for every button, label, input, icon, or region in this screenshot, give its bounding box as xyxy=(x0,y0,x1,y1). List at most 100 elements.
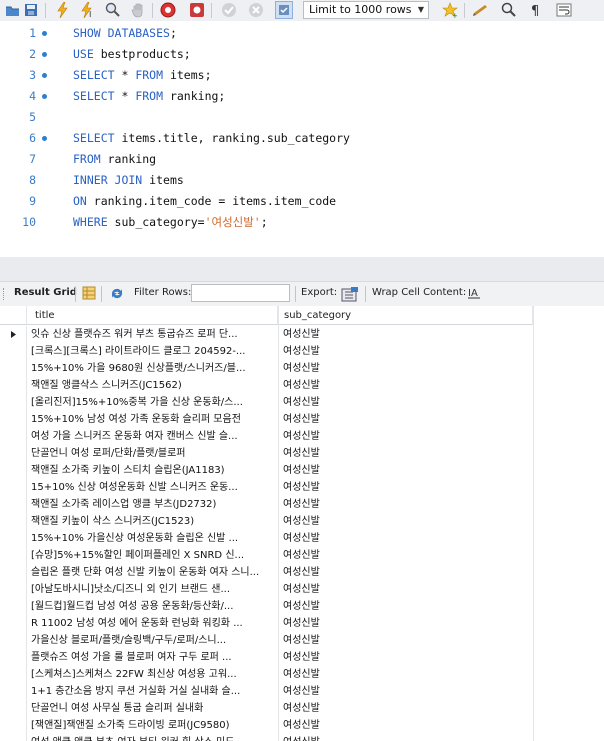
cell-sub-category[interactable]: 여성신발 xyxy=(283,700,523,717)
row-indicator[interactable] xyxy=(0,547,27,564)
row-indicator[interactable] xyxy=(0,564,27,581)
table-row[interactable]: [크록스][크록스] 라이트라이드 클로그 204592-... 여성신발 xyxy=(0,343,533,360)
cell-title[interactable]: 잭앤질 앵클삭스 스니커즈(JC1562) xyxy=(31,377,277,394)
cell-sub-category[interactable]: 여성신발 xyxy=(283,564,523,581)
cell-title[interactable]: 단골언니 여성 로퍼/단화/플랫/블로퍼 xyxy=(31,445,277,462)
stop-hand-icon[interactable] xyxy=(129,1,147,19)
cell-title[interactable]: [잭앤질]잭앤질 소가죽 드라이빙 로퍼(JC9580) xyxy=(31,717,277,734)
editor-line[interactable]: 2 USE bestproducts; xyxy=(0,44,604,65)
row-indicator[interactable] xyxy=(0,632,27,649)
cell-sub-category[interactable]: 여성신발 xyxy=(283,717,523,734)
sql-editor[interactable]: 1 SHOW DATABASES; 2 USE bestproducts; 3 SELEC… xyxy=(0,21,604,257)
editor-line[interactable]: 6 SELECT items.title, ranking.sub_categor… xyxy=(0,128,604,149)
row-indicator[interactable] xyxy=(0,411,27,428)
cell-sub-category[interactable]: 여성신발 xyxy=(283,496,523,513)
row-indicator[interactable] xyxy=(0,649,27,666)
cell-sub-category[interactable]: 여성신발 xyxy=(283,734,523,741)
result-grid-tab[interactable]: Result Grid xyxy=(14,287,77,298)
editor-line[interactable]: 10 WHERE sub_category='여성신발'; xyxy=(0,212,604,233)
cell-title[interactable]: 단골언니 여성 사무실 통굽 슬리퍼 실내화 xyxy=(31,700,277,717)
row-indicator[interactable] xyxy=(0,360,27,377)
cell-sub-category[interactable]: 여성신발 xyxy=(283,649,523,666)
column-header-sub-category[interactable]: sub_category xyxy=(278,306,533,325)
table-row[interactable]: 잇슈 신상 플랫슈즈 워커 부츠 통굽슈즈 로퍼 단... 여성신발 xyxy=(0,326,533,343)
table-row[interactable]: 잭앤질 앵클삭스 스니커즈(JC1562) 여성신발 xyxy=(0,377,533,394)
cell-title[interactable]: 플랫슈즈 여성 가을 룰 블로퍼 여자 구두 로퍼 ... xyxy=(31,649,277,666)
table-row[interactable]: 잭앤질 소가죽 키높이 스티치 슬립온(JA1183) 여성신발 xyxy=(0,462,533,479)
row-indicator[interactable] xyxy=(0,343,27,360)
cell-sub-category[interactable]: 여성신발 xyxy=(283,394,523,411)
table-row[interactable]: 여성 앵클 앵클 부츠 여자 부티 워커 힐 삭스 미드... 여성신발 xyxy=(0,734,533,741)
cell-title[interactable]: 15%+10% 남성 여성 가족 운동화 슬리퍼 모음전 xyxy=(31,411,277,428)
save-icon[interactable] xyxy=(22,1,40,19)
panel-splitter[interactable] xyxy=(0,257,604,281)
row-indicator[interactable] xyxy=(0,530,27,547)
refresh-icon[interactable] xyxy=(109,286,125,304)
table-row[interactable]: 여성 가을 스니커즈 운동화 여자 캔버스 신발 슬... 여성신발 xyxy=(0,428,533,445)
row-indicator[interactable] xyxy=(0,513,27,530)
row-indicator[interactable] xyxy=(0,581,27,598)
table-row[interactable]: 단골언니 여성 로퍼/단화/플랫/블로퍼 여성신발 xyxy=(0,445,533,462)
table-row[interactable]: 15%+10% 가을 9680원 신상플랫/스니커즈/블... 여성신발 xyxy=(0,360,533,377)
cell-sub-category[interactable]: 여성신발 xyxy=(283,666,523,683)
commit-check-icon[interactable] xyxy=(220,1,238,19)
filter-rows-input[interactable] xyxy=(191,284,290,302)
cell-sub-category[interactable]: 여성신발 xyxy=(283,581,523,598)
row-indicator[interactable] xyxy=(0,615,27,632)
table-row[interactable]: [아날도바시니]낫소/디즈니 외 인기 브랜드 샌... 여성신발 xyxy=(0,581,533,598)
cell-sub-category[interactable]: 여성신발 xyxy=(283,530,523,547)
table-row[interactable]: [월드컵]월드컵 남성 여성 공용 운동화/등산화/... 여성신발 xyxy=(0,598,533,615)
cell-title[interactable]: [슈망]5%+15%할인 페이퍼플레인 X SNRD 신... xyxy=(31,547,277,564)
cell-title[interactable]: 잭앤질 키높이 삭스 스니커즈(JC1523) xyxy=(31,513,277,530)
wrap-cell-icon[interactable]: IA xyxy=(467,286,481,303)
editor-line[interactable]: 4 SELECT * FROM ranking; xyxy=(0,86,604,107)
table-row[interactable]: 슬립온 플랫 단화 여성 신발 키높이 운동화 여자 스니... 여성신발 xyxy=(0,564,533,581)
cell-sub-category[interactable]: 여성신발 xyxy=(283,683,523,700)
export-icon[interactable] xyxy=(341,286,359,305)
cell-title[interactable]: 잭앤질 소가죽 키높이 스티치 슬립온(JA1183) xyxy=(31,462,277,479)
cell-sub-category[interactable]: 여성신발 xyxy=(283,513,523,530)
cell-sub-category[interactable]: 여성신발 xyxy=(283,377,523,394)
beautify-brush-icon[interactable] xyxy=(472,1,490,19)
column-header-title[interactable]: title xyxy=(27,306,278,325)
word-wrap-icon[interactable] xyxy=(555,1,573,19)
table-row[interactable]: 잭앤질 소가죽 레이스업 앵클 부츠(JD2732) 여성신발 xyxy=(0,496,533,513)
table-row[interactable]: [잭앤질]잭앤질 소가죽 드라이빙 로퍼(JC9580) 여성신발 xyxy=(0,717,533,734)
cell-sub-category[interactable]: 여성신발 xyxy=(283,479,523,496)
execute-lightning-icon[interactable] xyxy=(54,1,72,19)
grid-view-icon[interactable] xyxy=(82,286,96,303)
cell-sub-category[interactable]: 여성신발 xyxy=(283,343,523,360)
execute-current-icon[interactable]: I xyxy=(79,1,97,19)
cell-title[interactable]: 15%+10% 가을신상 여성운동화 슬립온 신발 ... xyxy=(31,530,277,547)
invisible-chars-pilcrow-icon[interactable]: ¶ xyxy=(527,1,545,19)
cell-title[interactable]: 여성 앵클 앵클 부츠 여자 부티 워커 힐 삭스 미드... xyxy=(31,734,277,741)
find-magnifier-icon[interactable] xyxy=(500,1,518,19)
cell-sub-category[interactable]: 여성신발 xyxy=(283,411,523,428)
table-row[interactable]: 15%+10% 남성 여성 가족 운동화 슬리퍼 모음전 여성신발 xyxy=(0,411,533,428)
table-row[interactable]: [올리진저]15%+10%중복 가을 신상 운동화/스... 여성신발 xyxy=(0,394,533,411)
row-indicator[interactable] xyxy=(0,666,27,683)
row-indicator[interactable] xyxy=(0,326,27,343)
cell-title[interactable]: [스케쳐스]스케쳐스 22FW 최신상 여성용 고워... xyxy=(31,666,277,683)
editor-line[interactable]: 5 xyxy=(0,107,604,128)
row-indicator[interactable] xyxy=(0,377,27,394)
table-row[interactable]: 1+1 층간소음 방지 쿠션 거실화 거실 실내화 슬... 여성신발 xyxy=(0,683,533,700)
table-row[interactable]: [슈망]5%+15%할인 페이퍼플레인 X SNRD 신... 여성신발 xyxy=(0,547,533,564)
table-row[interactable]: 단골언니 여성 사무실 통굽 슬리퍼 실내화 여성신발 xyxy=(0,700,533,717)
toggle-output-icon[interactable] xyxy=(159,1,177,19)
row-indicator[interactable] xyxy=(0,496,27,513)
cell-title[interactable]: [크록스][크록스] 라이트라이드 클로그 204592-... xyxy=(31,343,277,360)
rollback-x-icon[interactable] xyxy=(247,1,265,19)
table-row[interactable]: 플랫슈즈 여성 가을 룰 블로퍼 여자 구두 로퍼 ... 여성신발 xyxy=(0,649,533,666)
cell-sub-category[interactable]: 여성신발 xyxy=(283,445,523,462)
row-indicator[interactable] xyxy=(0,479,27,496)
cell-title[interactable]: 가을신상 블로퍼/플랫/슬링백/구두/로퍼/스니... xyxy=(31,632,277,649)
cell-sub-category[interactable]: 여성신발 xyxy=(283,598,523,615)
cell-title[interactable]: 잭앤질 소가죽 레이스업 앵클 부츠(JD2732) xyxy=(31,496,277,513)
cell-sub-category[interactable]: 여성신발 xyxy=(283,632,523,649)
cell-title[interactable]: [올리진저]15%+10%중복 가을 신상 운동화/스... xyxy=(31,394,277,411)
editor-line[interactable]: 8 INNER JOIN items xyxy=(0,170,604,191)
result-grid[interactable]: title sub_category 잇슈 신상 플랫슈즈 워커 부츠 통굽슈즈… xyxy=(0,306,604,741)
row-indicator[interactable] xyxy=(0,394,27,411)
explain-magnifier-icon[interactable] xyxy=(104,1,122,19)
